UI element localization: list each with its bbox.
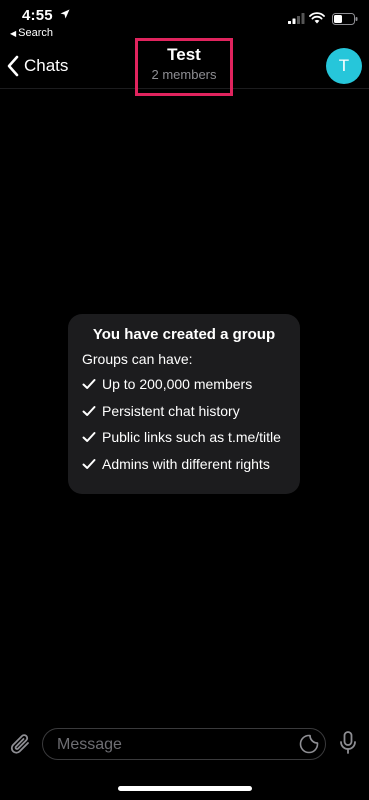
chat-member-count: 2 members: [151, 67, 217, 82]
wifi-icon: [309, 12, 325, 24]
checkmark-icon: [82, 379, 96, 390]
back-to-app-link[interactable]: ◀ Search: [10, 27, 53, 39]
back-button[interactable]: Chats: [6, 52, 68, 80]
chat-title-area[interactable]: Test 2 members: [135, 38, 233, 96]
chevron-left-icon: [7, 55, 19, 77]
battery-icon: [332, 13, 358, 25]
location-arrow-icon: [60, 9, 70, 19]
message-composer: [0, 724, 369, 766]
feature-item: Admins with different rights: [82, 451, 286, 478]
chat-title: Test: [167, 45, 201, 64]
group-created-card: You have created a group Groups can have…: [68, 314, 300, 494]
microphone-icon[interactable]: [338, 730, 358, 756]
cellular-signal-icon: [288, 13, 305, 24]
message-input[interactable]: [55, 729, 299, 761]
feature-text: Public links such as t.me/title: [102, 429, 281, 446]
feature-text: Up to 200,000 members: [102, 376, 253, 393]
home-indicator[interactable]: [118, 786, 252, 791]
card-subtitle: Groups can have:: [82, 351, 193, 367]
feature-item: Public links such as t.me/title: [82, 424, 286, 451]
chat-header: Chats Test 2 members T: [0, 38, 369, 96]
feature-text: Persistent chat history: [102, 402, 240, 419]
card-title: You have created a group: [92, 326, 276, 343]
checkmark-icon: [82, 405, 96, 416]
status-time: 4:55: [22, 7, 70, 24]
back-button-label: Chats: [24, 56, 69, 75]
avatar-initial: T: [338, 56, 350, 75]
checkmark-icon: [82, 459, 96, 470]
feature-item: Persistent chat history: [82, 398, 286, 425]
status-time-text: 4:55: [22, 7, 53, 24]
back-triangle-icon: ◀: [10, 29, 17, 38]
checkmark-icon: [82, 432, 96, 443]
back-to-app-label: Search: [18, 27, 54, 39]
message-field: [42, 728, 326, 761]
feature-item: Up to 200,000 members: [82, 371, 286, 398]
avatar[interactable]: T: [326, 48, 362, 84]
sticker-icon[interactable]: [299, 734, 319, 754]
feature-text: Admins with different rights: [102, 456, 270, 473]
paperclip-icon[interactable]: [10, 732, 32, 756]
